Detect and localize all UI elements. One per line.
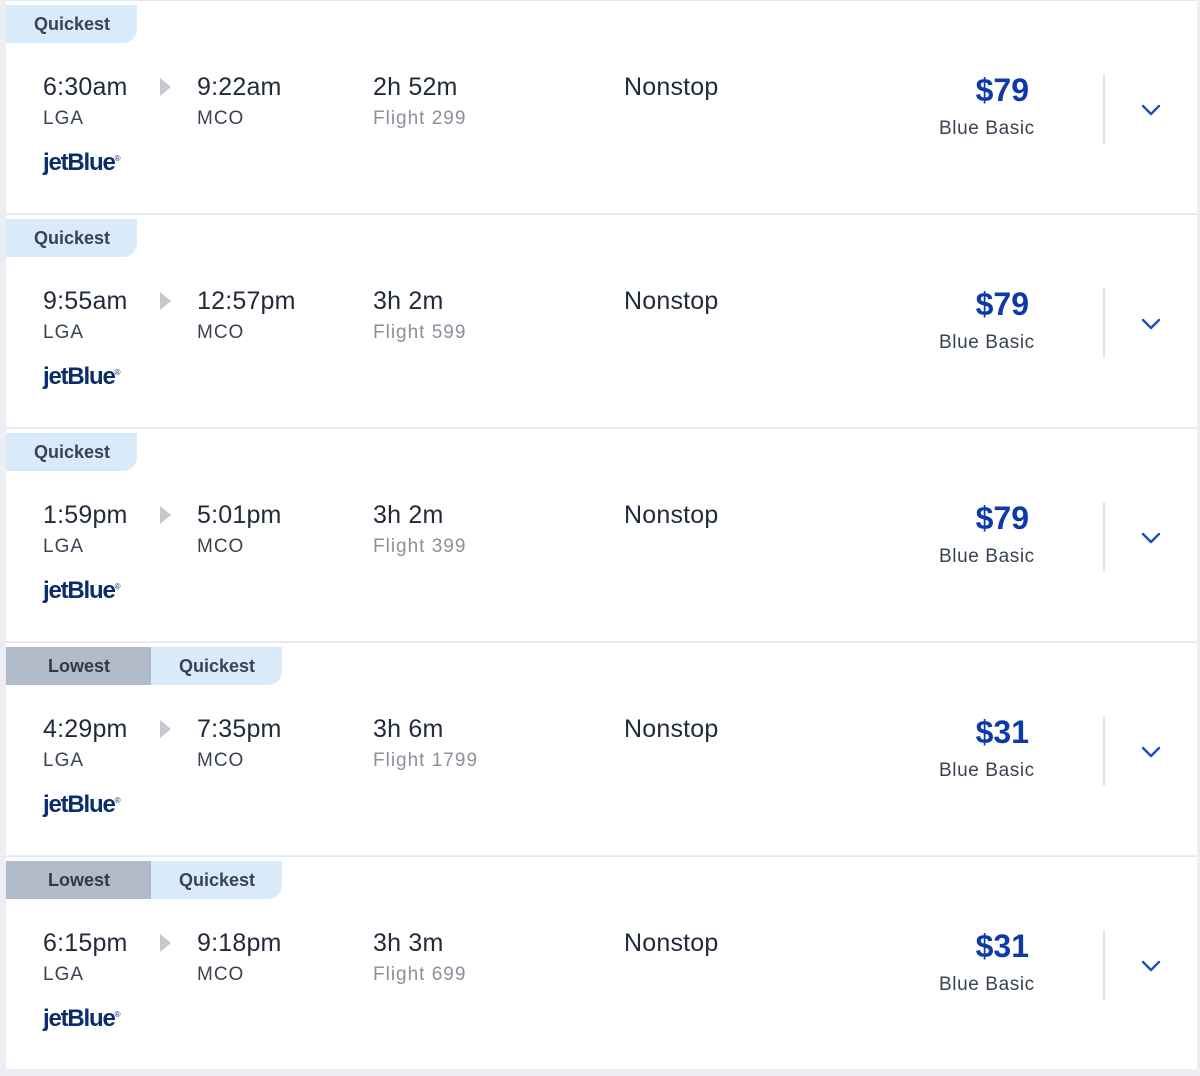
arrival-airport-code: MCO: [197, 108, 245, 129]
divider: [1103, 716, 1105, 786]
fare-type: Blue Basic: [939, 118, 1035, 139]
fare-type: Blue Basic: [939, 332, 1035, 353]
departure-time: 9:55am: [43, 287, 128, 315]
flight-number: Flight 399: [373, 536, 467, 557]
flight-duration: 3h 2m: [373, 287, 444, 315]
flight-duration: 3h 2m: [373, 501, 444, 529]
fare-type: Blue Basic: [939, 760, 1035, 781]
badge-row: Quickest: [6, 433, 137, 471]
trademark-mark: ®: [114, 796, 121, 805]
arrow-right-icon: [160, 506, 171, 524]
stops-label: Nonstop: [624, 715, 719, 743]
quickest-badge: Quickest: [151, 647, 282, 685]
airline-logo: jetBlue®: [43, 1005, 121, 1033]
divider: [1103, 288, 1105, 358]
arrow-right-icon: [160, 934, 171, 952]
fare-type: Blue Basic: [939, 974, 1035, 995]
quickest-badge: Quickest: [151, 861, 282, 899]
chevron-down-icon[interactable]: [1140, 317, 1162, 331]
price[interactable]: $31: [976, 714, 1029, 751]
departure-time: 1:59pm: [43, 501, 128, 529]
divider: [1103, 930, 1105, 1000]
airline-name: jetBlue: [43, 577, 116, 604]
arrow-right-icon: [160, 292, 171, 310]
departure-airport-code: LGA: [43, 108, 85, 129]
trademark-mark: ®: [114, 1010, 121, 1019]
airline-name: jetBlue: [43, 363, 116, 390]
price[interactable]: $79: [976, 500, 1029, 537]
quickest-badge: Quickest: [6, 5, 137, 43]
flight-card-2[interactable]: Quickest 9:55am LGA 12:57pm MCO 3h 2m Fl…: [6, 214, 1197, 427]
chevron-down-icon[interactable]: [1140, 745, 1162, 759]
arrival-time: 5:01pm: [197, 501, 282, 529]
flight-results-list: Quickest 6:30am LGA 9:22am MCO 2h 52m Fl…: [6, 0, 1197, 1069]
arrival-airport-code: MCO: [197, 750, 245, 771]
trademark-mark: ®: [114, 582, 121, 591]
arrow-right-icon: [160, 78, 171, 96]
airline-logo: jetBlue®: [43, 577, 121, 605]
badge-row: Lowest Quickest: [6, 647, 282, 685]
airline-logo: jetBlue®: [43, 791, 121, 819]
price[interactable]: $31: [976, 928, 1029, 965]
fare-type: Blue Basic: [939, 546, 1035, 567]
flight-duration: 3h 6m: [373, 715, 444, 743]
arrival-time: 9:18pm: [197, 929, 282, 957]
airline-name: jetBlue: [43, 791, 116, 818]
flight-number: Flight 299: [373, 108, 467, 129]
chevron-down-icon[interactable]: [1140, 103, 1162, 117]
departure-time: 6:30am: [43, 73, 128, 101]
badge-row: Lowest Quickest: [6, 861, 282, 899]
departure-time: 4:29pm: [43, 715, 128, 743]
arrival-airport-code: MCO: [197, 964, 245, 985]
departure-airport-code: LGA: [43, 750, 85, 771]
airline-name: jetBlue: [43, 149, 116, 176]
trademark-mark: ®: [114, 368, 121, 377]
stops-label: Nonstop: [624, 287, 719, 315]
divider: [1103, 502, 1105, 572]
arrow-right-icon: [160, 720, 171, 738]
stops-label: Nonstop: [624, 929, 719, 957]
arrival-time: 12:57pm: [197, 287, 296, 315]
flight-card-5[interactable]: Lowest Quickest 6:15pm LGA 9:18pm MCO 3h …: [6, 856, 1197, 1069]
flight-number: Flight 699: [373, 964, 467, 985]
price[interactable]: $79: [976, 286, 1029, 323]
departure-time: 6:15pm: [43, 929, 128, 957]
price[interactable]: $79: [976, 72, 1029, 109]
lowest-badge: Lowest: [6, 861, 151, 899]
airline-logo: jetBlue®: [43, 363, 121, 391]
badge-row: Quickest: [6, 219, 137, 257]
flight-number: Flight 1799: [373, 750, 479, 771]
arrival-time: 7:35pm: [197, 715, 282, 743]
arrival-time: 9:22am: [197, 73, 282, 101]
airline-name: jetBlue: [43, 1005, 116, 1032]
stops-label: Nonstop: [624, 501, 719, 529]
flight-duration: 3h 3m: [373, 929, 444, 957]
arrival-airport-code: MCO: [197, 536, 245, 557]
airline-logo: jetBlue®: [43, 149, 121, 177]
flight-number: Flight 599: [373, 322, 467, 343]
quickest-badge: Quickest: [6, 433, 137, 471]
departure-airport-code: LGA: [43, 322, 85, 343]
quickest-badge: Quickest: [6, 219, 137, 257]
arrival-airport-code: MCO: [197, 322, 245, 343]
departure-airport-code: LGA: [43, 964, 85, 985]
badge-row: Quickest: [6, 5, 137, 43]
flight-duration: 2h 52m: [373, 73, 458, 101]
trademark-mark: ®: [114, 154, 121, 163]
lowest-badge: Lowest: [6, 647, 151, 685]
chevron-down-icon[interactable]: [1140, 959, 1162, 973]
stops-label: Nonstop: [624, 73, 719, 101]
flight-card-4[interactable]: Lowest Quickest 4:29pm LGA 7:35pm MCO 3h …: [6, 642, 1197, 855]
flight-card-1[interactable]: Quickest 6:30am LGA 9:22am MCO 2h 52m Fl…: [6, 0, 1197, 213]
chevron-down-icon[interactable]: [1140, 531, 1162, 545]
flight-card-3[interactable]: Quickest 1:59pm LGA 5:01pm MCO 3h 2m Fli…: [6, 428, 1197, 641]
departure-airport-code: LGA: [43, 536, 85, 557]
divider: [1103, 74, 1105, 144]
